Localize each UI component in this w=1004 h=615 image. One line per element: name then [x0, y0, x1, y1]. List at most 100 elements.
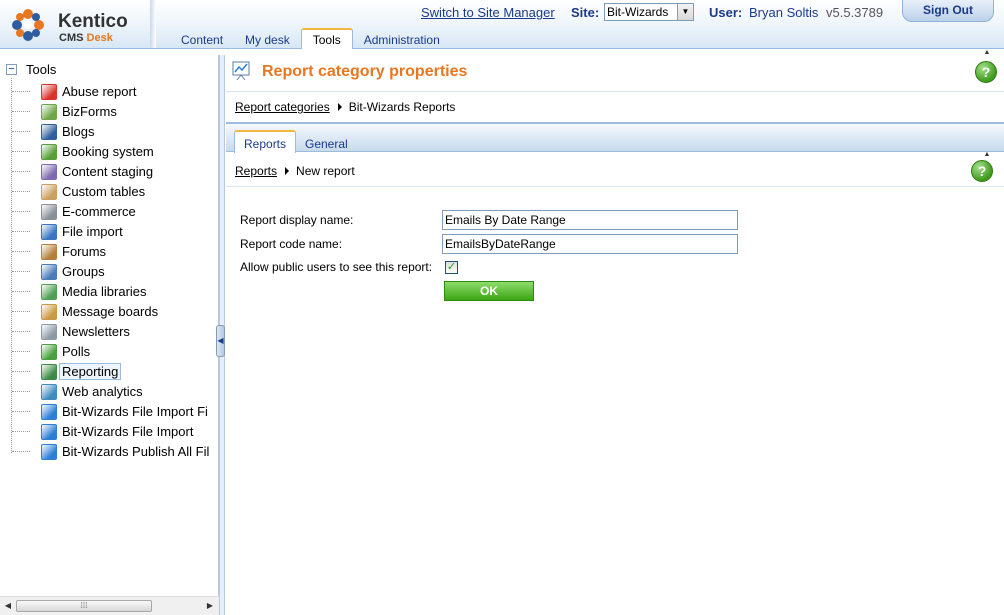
tree-item-label[interactable]: E-commerce: [59, 203, 139, 220]
tree-item-label[interactable]: Groups: [59, 263, 108, 280]
frame-grip-icon[interactable]: ▲: [971, 151, 1003, 158]
tree-item-label[interactable]: BizForms: [59, 103, 120, 120]
code-name-label: Report code name:: [240, 237, 343, 251]
tree-item-label[interactable]: Blogs: [59, 123, 98, 140]
file-import-icon: [41, 224, 57, 240]
title-bar: Report category properties ?: [226, 55, 1004, 92]
tree-connector: [12, 231, 30, 232]
logo-sub-accent: Desk: [86, 32, 113, 44]
cube-icon: [41, 404, 57, 420]
tree-item-label[interactable]: Forums: [59, 243, 109, 260]
content-panel: ▲ Report category properties ? Report ca…: [226, 49, 1004, 615]
breadcrumb-current: New report: [296, 164, 355, 178]
tree-item-label[interactable]: Web analytics: [59, 383, 146, 400]
collapse-icon[interactable]: −: [6, 64, 17, 75]
scrollbar-thumb[interactable]: ⁞⁞⁞: [16, 600, 152, 612]
public-access-checkbox[interactable]: ✓: [445, 261, 458, 274]
tree-item-label[interactable]: Bit-Wizards File Import: [59, 423, 196, 440]
tree-connector: [12, 191, 30, 192]
tree-connector: [12, 151, 30, 152]
breadcrumb: Reports New report: [235, 164, 355, 178]
tree-connector: [12, 351, 30, 352]
site-select[interactable]: Bit-Wizards ▼: [604, 3, 694, 21]
breadcrumb-link-report-categories[interactable]: Report categories: [235, 100, 330, 114]
tree-connector: [12, 411, 30, 412]
collapse-panel-icon[interactable]: ◀: [216, 325, 225, 357]
breadcrumb: Report categories Bit-Wizards Reports: [235, 100, 455, 114]
tree-connector: [12, 271, 30, 272]
custom-tables-icon: [41, 184, 57, 200]
tree-connector: [12, 451, 30, 452]
tools-tree-panel: − Tools Abuse report BizForms Blogs Booking…: [0, 55, 219, 615]
tab-general[interactable]: General: [296, 130, 357, 153]
reporting-icon: [41, 364, 57, 380]
media-libraries-icon: [41, 284, 57, 300]
site-select-value: Bit-Wizards: [607, 5, 669, 19]
cube-icon: [41, 444, 57, 460]
tree-item-label[interactable]: Bit-Wizards Publish All Fil: [59, 443, 212, 460]
tree-item-label[interactable]: Message boards: [59, 303, 161, 320]
tab-content[interactable]: Content: [170, 28, 234, 49]
tree-item-label[interactable]: Newsletters: [59, 323, 133, 340]
tree-item-label[interactable]: Abuse report: [59, 83, 139, 100]
code-name-input[interactable]: [442, 234, 738, 254]
help-icon[interactable]: ?: [975, 61, 997, 83]
tree-guide-line: [11, 78, 12, 453]
logo-sub-prefix: CMS: [59, 32, 84, 44]
tree-item-label[interactable]: Custom tables: [59, 183, 148, 200]
tree-item-label[interactable]: Media libraries: [59, 283, 150, 300]
web-analytics-icon: [41, 384, 57, 400]
display-name-input[interactable]: [442, 210, 738, 230]
version-label: v5.5.3789: [826, 5, 884, 20]
tree-connector: [12, 251, 30, 252]
tree-connector: [12, 291, 30, 292]
bizforms-icon: [41, 104, 57, 120]
tree-item-label[interactable]: Content staging: [59, 163, 156, 180]
tree-item-label[interactable]: File import: [59, 223, 126, 240]
tree-item-label[interactable]: Booking system: [59, 143, 157, 160]
report-category-icon: [232, 61, 250, 81]
tab-administration[interactable]: Administration: [353, 28, 451, 49]
scroll-left-icon[interactable]: ◀: [2, 600, 14, 612]
page-title: Report category properties: [262, 63, 468, 80]
breadcrumb-separator-icon: [285, 167, 290, 175]
tree-item-label[interactable]: Reporting: [59, 363, 122, 380]
logo-name: Kentico: [58, 11, 128, 32]
ok-button[interactable]: OK: [444, 281, 534, 301]
chevron-down-icon[interactable]: ▼: [677, 4, 693, 20]
switch-to-site-manager-link[interactable]: Switch to Site Manager: [421, 5, 555, 20]
header: Kentico CMS Desk Switch to Site Manager …: [0, 0, 1004, 49]
user-label: User:: [709, 5, 743, 20]
tree-connector: [12, 311, 30, 312]
breadcrumb-separator-icon: [337, 103, 342, 111]
tree-item-label[interactable]: Polls: [59, 343, 93, 360]
tab-my-desk[interactable]: My desk: [234, 28, 301, 49]
tree-connector: [12, 371, 30, 372]
tab-tools[interactable]: Tools: [300, 28, 353, 49]
user-name: Bryan Soltis: [749, 5, 819, 20]
sub-tabs: Reports General: [226, 122, 1004, 153]
tab-reports[interactable]: Reports: [234, 130, 297, 153]
groups-icon: [41, 264, 57, 280]
booking-system-icon: [41, 144, 57, 160]
ecommerce-icon: [41, 204, 57, 220]
tree-connector: [12, 91, 30, 92]
site-label: Site:: [571, 5, 600, 20]
main-tabs: Content My desk Tools Administration: [170, 28, 451, 49]
kentico-logo[interactable]: Kentico CMS Desk: [8, 5, 158, 45]
kentico-logo-icon: [12, 9, 44, 41]
scroll-right-icon[interactable]: ▶: [204, 600, 216, 612]
tree-connector: [12, 331, 30, 332]
message-boards-icon: [41, 304, 57, 320]
tree-connector: [12, 391, 30, 392]
sign-out-button[interactable]: Sign Out: [902, 0, 994, 22]
tree-connector: [12, 111, 30, 112]
breadcrumb-link-reports[interactable]: Reports: [235, 164, 277, 178]
public-access-label: Allow public users to see this report:: [240, 260, 433, 274]
content-staging-icon: [41, 164, 57, 180]
horizontal-scrollbar[interactable]: ◀ ⁞⁞⁞ ▶: [0, 596, 219, 615]
tree-connector: [12, 431, 30, 432]
tree-root-label[interactable]: Tools: [26, 62, 56, 77]
tree-item-label[interactable]: Bit-Wizards File Import Fi: [59, 403, 211, 420]
help-icon[interactable]: ?: [971, 160, 993, 182]
